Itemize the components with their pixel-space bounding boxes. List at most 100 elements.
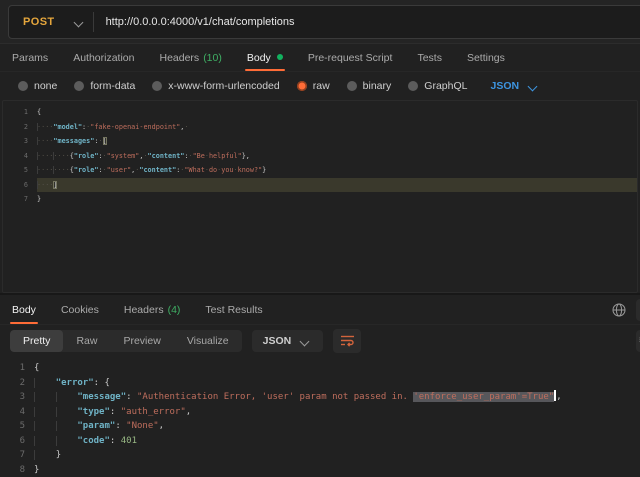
tab-label: Headers bbox=[159, 52, 199, 64]
radio-label: GraphQL bbox=[424, 80, 467, 92]
code-line-2[interactable]: 2····"model":·"fake-openai-endpoint",· bbox=[3, 120, 637, 135]
code-line-7[interactable]: 7 } bbox=[0, 448, 640, 463]
code-token: ···· bbox=[37, 152, 53, 160]
code-line-5[interactable]: 5 "param": "None", bbox=[0, 419, 640, 434]
code-token bbox=[34, 421, 56, 431]
line-number: 1 bbox=[0, 361, 34, 376]
code-token: "content" bbox=[139, 166, 176, 174]
active-tab-underline bbox=[245, 69, 285, 71]
tab-headers[interactable]: Headers (10) bbox=[159, 44, 221, 71]
code-text: ········{"role":·"user",·"content":·"Wha… bbox=[37, 163, 637, 178]
code-line-3[interactable]: 3····"messages":·[ bbox=[3, 134, 637, 149]
url-input[interactable] bbox=[94, 15, 640, 29]
code-text: ········{"role":·"system",·"content":·"B… bbox=[37, 149, 637, 164]
code-text: "code": 401 bbox=[34, 434, 640, 449]
clipped-tab-button[interactable]: ⋮ bbox=[636, 299, 640, 321]
response-format-label: JSON bbox=[263, 335, 292, 347]
request-code: 1{2····"model":·"fake-openai-endpoint",·… bbox=[3, 105, 637, 207]
code-token: "error" bbox=[56, 378, 94, 388]
tab-params[interactable]: Params bbox=[12, 44, 48, 71]
line-number: 7 bbox=[3, 192, 37, 207]
code-line-7[interactable]: 7} bbox=[3, 192, 637, 207]
body-type-raw[interactable]: raw bbox=[297, 80, 330, 92]
clipped-toolbar-button[interactable]: ≡ bbox=[636, 330, 640, 352]
tab-label: Body bbox=[12, 304, 36, 316]
response-body[interactable]: 1{2 "error": {3 "message": "Authenticati… bbox=[0, 356, 640, 477]
code-token: "type" bbox=[77, 407, 110, 417]
code-line-6[interactable]: 6 "code": 401 bbox=[0, 434, 640, 449]
code-text: "type": "auth_error", bbox=[34, 405, 640, 420]
code-line-6[interactable]: 6····] bbox=[3, 178, 637, 193]
tab-tests[interactable]: Tests bbox=[417, 44, 442, 71]
radio-icon bbox=[347, 81, 357, 91]
line-number: 6 bbox=[0, 434, 34, 449]
body-type-none[interactable]: none bbox=[18, 80, 57, 92]
tab-pre-request-script[interactable]: Pre-request Script bbox=[308, 44, 393, 71]
tab-body[interactable]: Body bbox=[247, 44, 283, 71]
request-url-row: POST bbox=[0, 0, 640, 44]
radio-icon bbox=[408, 81, 418, 91]
code-line-4[interactable]: 4 "type": "auth_error", bbox=[0, 405, 640, 420]
code-line-1[interactable]: 1{ bbox=[0, 361, 640, 376]
line-number: 1 bbox=[3, 105, 37, 120]
code-token: ···· bbox=[37, 123, 53, 131]
code-token: ···· bbox=[37, 181, 53, 189]
code-token: }, bbox=[242, 152, 250, 160]
code-token: , bbox=[159, 421, 164, 431]
view-preview[interactable]: Preview bbox=[110, 330, 173, 352]
code-token bbox=[56, 392, 78, 402]
wrap-text-button[interactable] bbox=[333, 329, 361, 353]
tab-authorization[interactable]: Authorization bbox=[73, 44, 134, 71]
view-raw[interactable]: Raw bbox=[63, 330, 110, 352]
body-type-form-data[interactable]: form-data bbox=[74, 80, 135, 92]
view-visualize[interactable]: Visualize bbox=[174, 330, 242, 352]
tab-label: Headers bbox=[124, 304, 164, 316]
body-type-graphql[interactable]: GraphQL bbox=[408, 80, 467, 92]
code-line-3[interactable]: 3 "message": "Authentication Error, 'use… bbox=[0, 390, 640, 405]
response-toolbar: PrettyRawPreviewVisualize JSON ≡ bbox=[0, 325, 640, 356]
body-format-select[interactable]: JSON bbox=[490, 80, 547, 92]
radio-label: binary bbox=[363, 80, 392, 92]
tab-cookies[interactable]: Cookies bbox=[61, 295, 99, 324]
line-number: 5 bbox=[0, 419, 34, 434]
body-type-binary[interactable]: binary bbox=[347, 80, 392, 92]
line-number: 2 bbox=[0, 376, 34, 391]
code-token: "messages" bbox=[53, 137, 94, 145]
code-line-2[interactable]: 2 "error": { bbox=[0, 376, 640, 391]
code-token: "model" bbox=[53, 123, 82, 131]
code-token: ···· bbox=[37, 137, 53, 145]
code-token: ···· bbox=[53, 166, 69, 174]
code-line-1[interactable]: 1{ bbox=[3, 105, 637, 120]
chevron-down-icon[interactable] bbox=[75, 18, 83, 26]
code-token: "None" bbox=[126, 421, 159, 431]
code-text: ····"model":·"fake-openai-endpoint",· bbox=[37, 120, 637, 135]
line-number: 6 bbox=[3, 178, 37, 193]
tab-count-badge: (10) bbox=[203, 52, 222, 64]
code-token: "What·do·you·know?" bbox=[184, 166, 262, 174]
code-line-8[interactable]: 8} bbox=[0, 463, 640, 477]
response-view-switch: PrettyRawPreviewVisualize bbox=[10, 330, 242, 352]
tab-body[interactable]: Body bbox=[12, 295, 36, 324]
response-format-select[interactable]: JSON bbox=[252, 330, 324, 352]
globe-button[interactable] bbox=[612, 303, 626, 317]
code-text: ····] bbox=[37, 178, 637, 193]
line-number: 4 bbox=[0, 405, 34, 420]
tab-test-results[interactable]: Test Results bbox=[205, 295, 262, 324]
line-number: 5 bbox=[3, 163, 37, 178]
code-line-4[interactable]: 4········{"role":·"system",·"content":·"… bbox=[3, 149, 637, 164]
method-selector[interactable]: POST bbox=[9, 16, 65, 28]
code-token: "auth_error" bbox=[121, 407, 186, 417]
response-tabs: Body Cookies Headers(4) Test Results ⋮ bbox=[0, 295, 640, 325]
tab-settings[interactable]: Settings bbox=[467, 44, 505, 71]
code-token: · bbox=[184, 123, 188, 131]
code-text: } bbox=[34, 448, 640, 463]
code-token: "role" bbox=[74, 166, 99, 174]
code-token: ···· bbox=[37, 166, 53, 174]
request-body-editor[interactable]: 1{2····"model":·"fake-openai-endpoint",·… bbox=[2, 100, 638, 293]
code-token: 'enforce_user_param'=True" bbox=[413, 392, 554, 402]
view-pretty[interactable]: Pretty bbox=[10, 330, 63, 352]
tab-headers[interactable]: Headers(4) bbox=[124, 295, 181, 324]
code-token: "code" bbox=[77, 436, 110, 446]
code-line-5[interactable]: 5········{"role":·"user",·"content":·"Wh… bbox=[3, 163, 637, 178]
body-type-x-www-form-urlencoded[interactable]: x-www-form-urlencoded bbox=[152, 80, 279, 92]
